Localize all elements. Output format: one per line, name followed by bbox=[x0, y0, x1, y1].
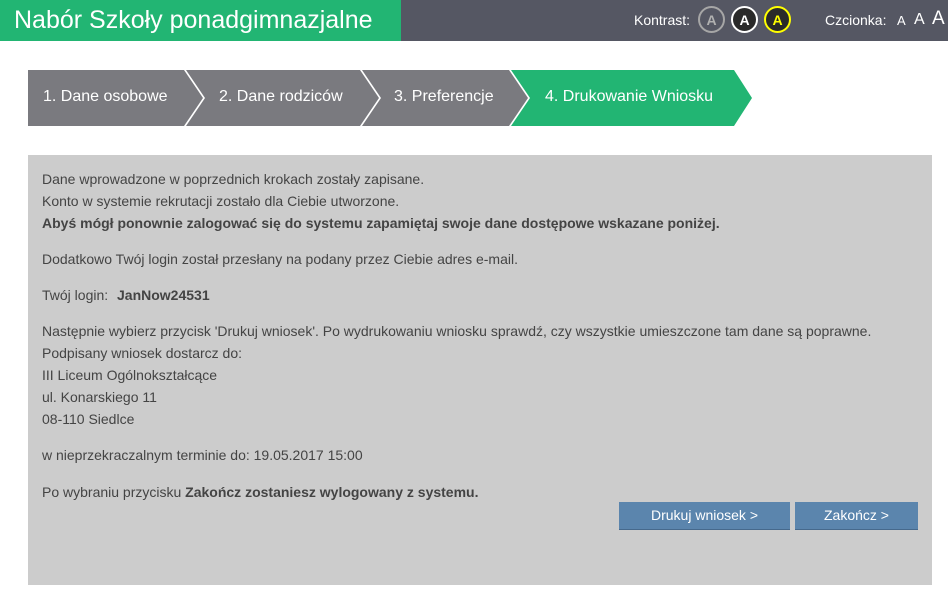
font-size-label: Czcionka: bbox=[825, 12, 887, 28]
account-created-message: Konto w systemie rekrutacji zostało dla … bbox=[42, 193, 400, 209]
step-1-label[interactable]: 1. Dane osobowe bbox=[43, 88, 168, 106]
email-note: Dodatkowo Twój login został przesłany na… bbox=[42, 251, 518, 267]
login-value: JanNow24531 bbox=[117, 287, 210, 303]
school-name: III Liceum Ogólnokształcące bbox=[42, 367, 218, 383]
wizard-steps: 1. Dane osobowe 2. Dane rodziców 3. Pref… bbox=[28, 70, 758, 126]
font-size-large-button[interactable]: A bbox=[932, 9, 945, 28]
logout-note-bold: Zakończ zostaniesz wylogowany z systemu. bbox=[185, 484, 479, 500]
finish-button[interactable]: Zakończ > bbox=[795, 502, 918, 530]
school-street: ul. Konarskiego 11 bbox=[42, 389, 157, 405]
print-application-button[interactable]: Drukuj wniosek > bbox=[619, 502, 790, 530]
step-4-label[interactable]: 4. Drukowanie Wniosku bbox=[545, 88, 713, 106]
contrast-label: Kontrast: bbox=[634, 12, 691, 28]
logout-note: Po wybraniu przycisku Zakończ zostaniesz… bbox=[42, 484, 478, 500]
step-2-label[interactable]: 2. Dane rodziców bbox=[219, 88, 343, 106]
saved-message: Dane wprowadzone w poprzednich krokach z… bbox=[42, 171, 425, 187]
contrast-default-button[interactable]: A bbox=[698, 6, 725, 33]
top-bar: Nabór Szkoły ponadgimnazjalne Kontrast: … bbox=[0, 0, 948, 41]
summary-panel: Dane wprowadzone w poprzednich krokach z… bbox=[28, 155, 932, 585]
contrast-yellow-on-black-button[interactable]: A bbox=[764, 6, 791, 33]
school-city: 08-110 Siedlce bbox=[42, 411, 135, 427]
login-label: Twój login: bbox=[42, 287, 109, 303]
contrast-white-on-black-button[interactable]: A bbox=[731, 6, 758, 33]
deliver-to-label: Podpisany wniosek dostarcz do: bbox=[42, 345, 242, 361]
step-3-label[interactable]: 3. Preferencje bbox=[394, 88, 494, 106]
font-size-small-button[interactable]: A bbox=[897, 14, 906, 27]
deadline-text: w nieprzekraczalnym terminie do: 19.05.2… bbox=[42, 447, 363, 463]
logout-note-prefix: Po wybraniu przycisku bbox=[42, 484, 182, 500]
remember-credentials-message: Abyś mógł ponownie zalogować się do syst… bbox=[42, 215, 720, 231]
app-title: Nabór Szkoły ponadgimnazjalne bbox=[0, 0, 401, 41]
font-size-medium-button[interactable]: A bbox=[914, 12, 925, 28]
print-instruction: Następnie wybierz przycisk 'Drukuj wnios… bbox=[42, 323, 872, 339]
